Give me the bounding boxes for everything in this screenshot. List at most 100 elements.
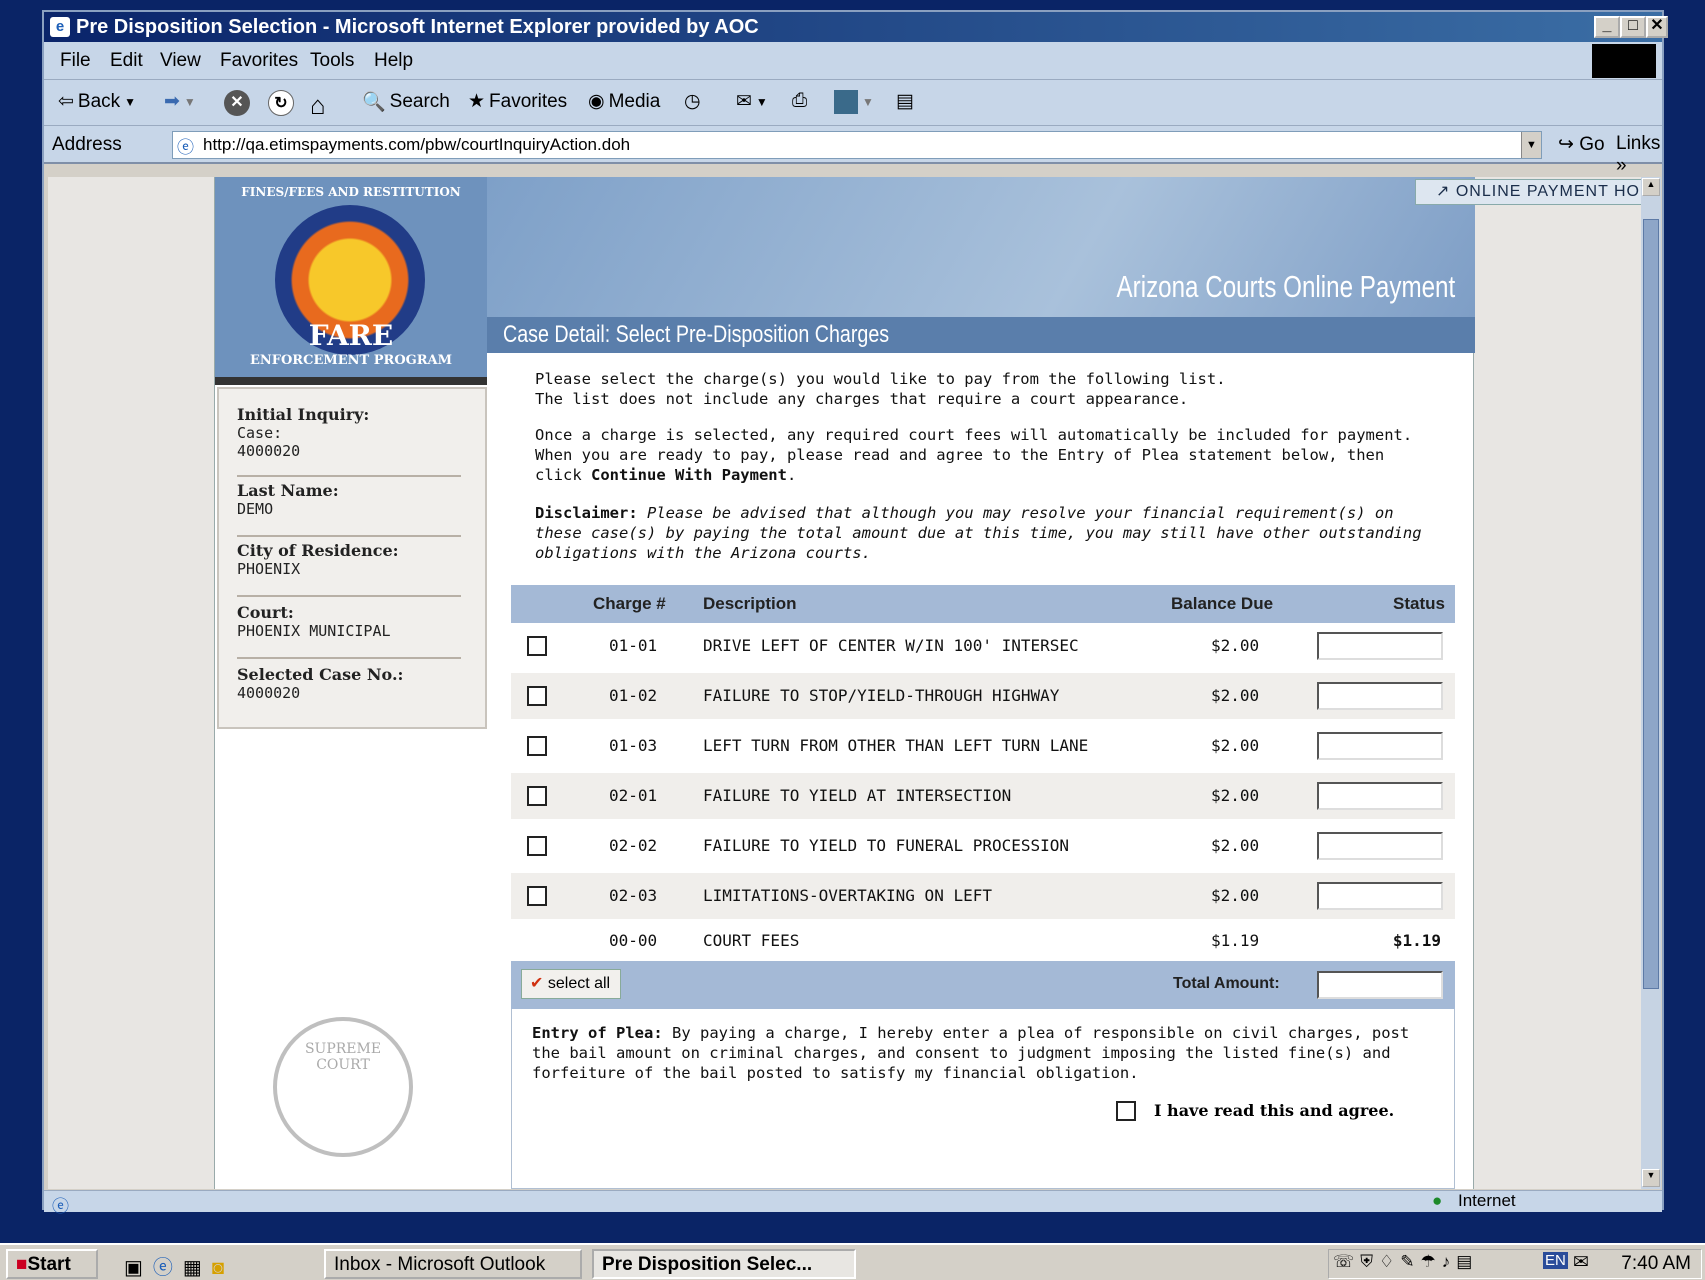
windows-logo-icon	[1592, 44, 1656, 78]
go-button[interactable]: ↪ Go	[1558, 133, 1605, 156]
mail-tray-icon[interactable]: ✉	[1573, 1251, 1589, 1274]
mail-button[interactable]: ✉ ▼	[736, 90, 768, 113]
minimize-button[interactable]: _	[1594, 16, 1620, 38]
court-fees-row: 00-00 COURT FEES $1.19 $1.19	[609, 931, 1441, 950]
refresh-icon: ↻	[268, 90, 294, 116]
charge-checkbox[interactable]	[527, 786, 547, 806]
media-button[interactable]: ◉ Media	[588, 90, 660, 113]
page-icon: ⓔ	[177, 138, 194, 157]
charges-table: Charge # Description Balance Due Status …	[511, 585, 1455, 1189]
col-balance: Balance Due	[1171, 594, 1274, 613]
plea-text: Entry of Plea: By paying a charge, I her…	[532, 1024, 1410, 1082]
charge-balance: $2.00	[1211, 786, 1260, 805]
media-icon: ◉	[588, 91, 605, 112]
favorites-icon: ★	[468, 91, 486, 112]
start-button[interactable]: ■Start	[6, 1249, 98, 1279]
instructions-text: Once a charge is selected, any required …	[535, 426, 1413, 484]
menu-file[interactable]: File	[60, 50, 91, 72]
scroll-down-icon[interactable]: ▼	[1642, 1169, 1660, 1187]
discuss-button[interactable]: ▤	[896, 90, 914, 113]
menu-help[interactable]: Help	[374, 50, 413, 72]
title-bar: e Pre Disposition Selection - Microsoft …	[44, 12, 1668, 42]
selected-case-no: Selected Case No.: 4000020	[237, 665, 404, 702]
language-indicator[interactable]: EN	[1543, 1252, 1568, 1269]
menu-favorites[interactable]: Favorites	[220, 50, 298, 72]
task-outlook[interactable]: Inbox - Microsoft Outlook	[324, 1249, 582, 1279]
charge-balance: $2.00	[1211, 886, 1260, 905]
task-ie[interactable]: Pre Disposition Selec...	[592, 1249, 856, 1279]
charge-number: 02-01	[609, 786, 658, 805]
forward-button[interactable]: ➡ ▼	[164, 90, 196, 113]
charge-description: FAILURE TO YIELD TO FUNERAL PROCESSION	[703, 836, 1070, 855]
page-viewport: FINES/FEES AND RESTITUTION FARE ENFORCEM…	[48, 177, 1641, 1189]
home-icon: ⌂	[310, 90, 326, 120]
internet-zone-icon: ●	[1432, 1191, 1443, 1210]
history-icon: ◷	[684, 91, 701, 112]
charge-checkbox[interactable]	[527, 686, 547, 706]
search-button[interactable]: 🔍 Search	[362, 90, 450, 114]
maximize-button[interactable]: □	[1620, 16, 1646, 38]
quick-launch: ▣ⓔ▦◙	[124, 1251, 234, 1280]
forward-arrow-icon: ➡	[164, 91, 180, 112]
back-button[interactable]: ⇦ Back ▼	[58, 90, 136, 113]
menu-bar: File Edit View Favorites Tools Help	[44, 42, 1662, 80]
charge-balance: $2.00	[1211, 636, 1260, 655]
charge-description: LIMITATIONS-OVERTAKING ON LEFT	[703, 886, 992, 905]
charge-checkbox[interactable]	[527, 736, 547, 756]
favorites-button[interactable]: ★ Favorites	[468, 90, 567, 113]
checkmark-icon: ✔	[530, 975, 544, 992]
online-payment-home-link[interactable]: ↗ ONLINE PAYMENT HOME	[1415, 179, 1641, 205]
entry-of-plea: Entry of Plea: By paying a charge, I her…	[511, 1009, 1455, 1189]
charge-checkbox[interactable]	[527, 836, 547, 856]
mail-icon: ✉	[736, 91, 752, 112]
select-all-button[interactable]: ✔ select all	[521, 969, 621, 999]
menu-tools[interactable]: Tools	[310, 50, 354, 72]
disclaimer: Disclaimer: Please be advised that altho…	[535, 504, 1422, 562]
page-status-icon: ⓔ	[52, 1197, 69, 1216]
search-icon: 🔍	[362, 92, 386, 113]
charge-checkbox[interactable]	[527, 886, 547, 906]
status-field	[1317, 882, 1443, 910]
table-row: 02-02 FAILURE TO YIELD TO FUNERAL PROCESS…	[511, 823, 1455, 869]
status-field	[1317, 732, 1443, 760]
table-row: 01-02 FAILURE TO STOP/YIELD-THROUGH HIGHW…	[511, 673, 1455, 719]
charge-description: LEFT TURN FROM OTHER THAN LEFT TURN LANE	[703, 736, 1089, 755]
links-button[interactable]: Links »	[1616, 133, 1662, 177]
address-input[interactable]: ⓔ http://qa.etimspayments.com/pbw/courtI…	[172, 131, 1542, 159]
tray-icons[interactable]: ☏⛨♢✎☂♪▤	[1333, 1252, 1478, 1272]
scrollbar-thumb[interactable]	[1643, 219, 1659, 989]
history-button[interactable]: ◷	[684, 90, 701, 113]
ie-launch-icon[interactable]: ⓔ	[153, 1257, 183, 1279]
table-row: 01-03 LEFT TURN FROM OTHER THAN LEFT TURN…	[511, 723, 1455, 769]
intro-text: Please select the charge(s) you would li…	[535, 370, 1226, 408]
charge-balance: $2.00	[1211, 836, 1260, 855]
desktop-icon[interactable]: ▣	[124, 1257, 153, 1279]
table-row: 02-03 LIMITATIONS-OVERTAKING ON LEFT $2.00	[511, 873, 1455, 919]
agree-checkbox[interactable]	[1116, 1101, 1136, 1121]
home-button[interactable]: ⌂	[310, 90, 326, 121]
status-field	[1317, 632, 1443, 660]
stop-button[interactable]: ✕	[224, 90, 250, 116]
refresh-button[interactable]: ↻	[268, 90, 294, 116]
menu-view[interactable]: View	[160, 50, 201, 72]
address-dropdown-icon[interactable]: ▼	[1521, 132, 1541, 158]
charge-number: 01-02	[609, 686, 658, 705]
edit-icon	[834, 90, 858, 114]
outlook-launch-icon[interactable]: ◙	[212, 1257, 234, 1279]
scroll-up-icon[interactable]: ▲	[1642, 178, 1660, 196]
menu-edit[interactable]: Edit	[110, 50, 143, 72]
charge-checkbox[interactable]	[527, 636, 547, 656]
app-launch-icon[interactable]: ▦	[183, 1257, 212, 1279]
vertical-scrollbar[interactable]: ▲ ▼	[1641, 177, 1661, 1189]
charge-balance: $2.00	[1211, 736, 1260, 755]
edit-button[interactable]: ▼	[834, 90, 874, 114]
close-button[interactable]: ✕	[1646, 16, 1668, 38]
logo-subtitle: ENFORCEMENT PROGRAM	[249, 353, 453, 368]
zone-label: Internet	[1458, 1191, 1516, 1210]
charge-balance: $2.00	[1211, 686, 1260, 705]
back-arrow-icon: ⇦	[58, 91, 74, 112]
last-name: Last Name: DEMO	[237, 481, 461, 537]
agree-label: I have read this and agree.	[1154, 1101, 1395, 1120]
site-title: Arizona Courts Online Payment	[1116, 269, 1455, 304]
print-button[interactable]: ⎙	[792, 90, 807, 112]
